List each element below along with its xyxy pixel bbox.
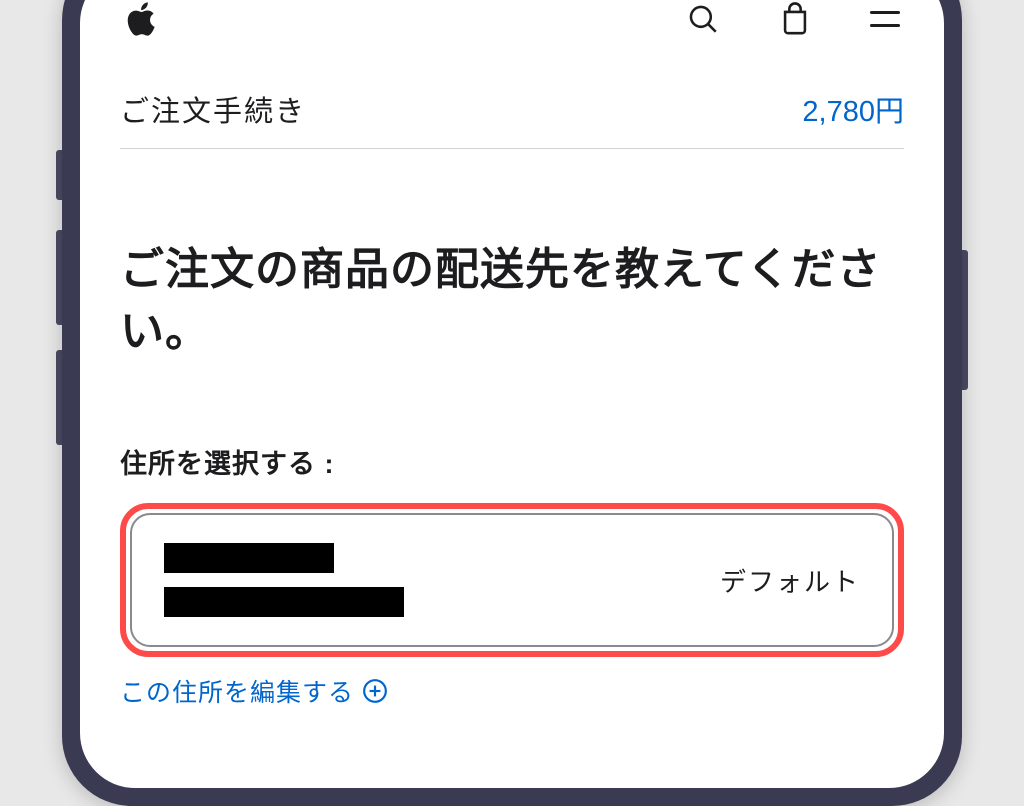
- edit-address-link[interactable]: この住所を編集する: [120, 673, 904, 709]
- bag-icon[interactable]: [774, 0, 816, 40]
- redacted-name: [164, 543, 334, 573]
- edit-address-text: この住所を編集する: [120, 673, 354, 709]
- header-right: [682, 0, 904, 40]
- plus-circle-icon: [362, 678, 388, 704]
- menu-icon[interactable]: [866, 7, 904, 31]
- page-content: ご注文手続き 2,780円 ご注文の商品の配送先を教えてください。 住所を選択す…: [80, 0, 944, 709]
- checkout-price-link[interactable]: 2,780円: [802, 88, 904, 130]
- page-heading: ご注文の商品の配送先を教えてください。: [120, 239, 904, 362]
- checkout-bar: ご注文手続き 2,780円: [120, 70, 904, 149]
- search-icon[interactable]: [682, 0, 724, 40]
- screen: ご注文手続き 2,780円 ご注文の商品の配送先を教えてください。 住所を選択す…: [80, 0, 944, 788]
- phone-body: ご注文手続き 2,780円 ご注文の商品の配送先を教えてください。 住所を選択す…: [62, 0, 962, 806]
- address-select-label: 住所を選択する :: [120, 442, 904, 481]
- address-lines: [164, 543, 404, 617]
- phone-power-button: [962, 250, 968, 390]
- address-card[interactable]: デフォルト: [130, 513, 894, 647]
- default-tag: デフォルト: [720, 562, 860, 599]
- checkout-label: ご注文手続き: [120, 88, 306, 130]
- phone-frame: ご注文手続き 2,780円 ご注文の商品の配送先を教えてください。 住所を選択す…: [62, 0, 962, 806]
- global-header: [120, 0, 904, 70]
- address-card-highlight: デフォルト: [120, 503, 904, 657]
- apple-logo[interactable]: [120, 0, 162, 40]
- redacted-address: [164, 587, 404, 617]
